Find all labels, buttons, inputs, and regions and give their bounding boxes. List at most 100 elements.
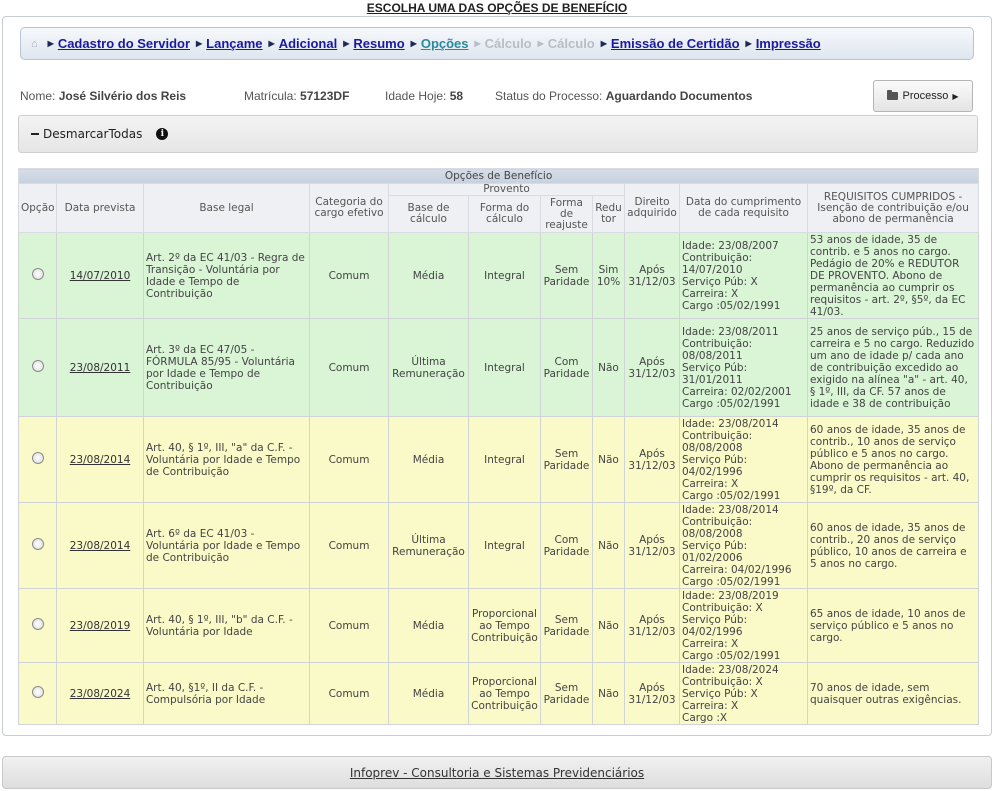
beneficio-table: Opções de Benefício Opção Data prevista … <box>17 168 980 725</box>
breadcrumb-link[interactable]: Adicional <box>279 36 338 51</box>
cumprimento-line: Cargo :X <box>682 711 728 724</box>
breadcrumb-item: ▶ Resumo <box>337 36 404 51</box>
option-radio[interactable] <box>31 618 44 630</box>
option-radio[interactable] <box>31 360 44 372</box>
col-forma-reajuste: Forma de reajuste <box>540 195 593 233</box>
desmarcar-todas-link[interactable]: DesmarcarTodas <box>43 127 142 141</box>
forma-calculo-cell: Proporcional ao Tempo Contribuição <box>468 588 541 663</box>
idade-label: Idade Hoje: <box>385 89 447 103</box>
base-calculo-cell: Última Remuneração <box>388 502 469 589</box>
base-legal-cell: Art. 40, § 1º, III, "a" da C.F. - Volunt… <box>143 416 310 503</box>
base-legal-cell: Art. 6º da EC 41/03 - Voluntária por Ida… <box>143 502 310 589</box>
data-prevista-link[interactable]: 14/07/2010 <box>56 232 144 319</box>
base-calculo-cell: Média <box>388 416 469 503</box>
cumprimento-cell: Idade: 23/08/2007 Contribuição: 14/07/201… <box>679 232 808 319</box>
breadcrumb-link[interactable]: Resumo <box>353 36 404 51</box>
base-calculo-cell: Última Remuneração <box>388 318 469 417</box>
breadcrumb-link[interactable]: Opções <box>421 36 469 51</box>
forma-reajuste-cell: Com Paridade <box>540 318 593 417</box>
requisitos-cell: 70 anos de idade, sem quaisquer outras e… <box>806 662 980 725</box>
direito-cell: Após 31/12/03 <box>624 416 680 503</box>
col-base-calculo: Base de cálculo <box>388 195 469 233</box>
base-calculo-cell: Média <box>388 232 469 319</box>
data-prevista-link[interactable]: 23/08/2024 <box>56 662 144 725</box>
chevron-right-icon: ▶ <box>600 39 607 48</box>
folder-open-icon <box>887 90 899 100</box>
breadcrumb-link: Cálculo <box>547 36 595 51</box>
redutor-cell: Não <box>592 502 625 589</box>
beneficio-table-wrap: Opções de Benefício Opção Data prevista … <box>17 168 980 725</box>
col-requisitos: REQUISITOS CUMPRIDOS - Isenção de contri… <box>806 183 980 233</box>
desmarcar-bar: DesmarcarTodas i <box>18 115 978 153</box>
info-icon[interactable]: i <box>156 128 169 140</box>
requisitos-cell: 25 anos de serviço púb., 15 de carreira … <box>806 318 980 417</box>
redutor-cell: Não <box>592 318 625 417</box>
opcao-cell <box>18 416 57 503</box>
option-radio[interactable] <box>31 452 44 464</box>
forma-calculo-cell: Proporcional ao Tempo Contribuição <box>468 662 541 725</box>
option-radio[interactable] <box>31 268 44 280</box>
nome-label: Nome: <box>20 89 56 103</box>
breadcrumb-link[interactable]: Emissão de Certidão <box>611 36 740 51</box>
home-icon[interactable]: ⌂ <box>31 38 38 50</box>
data-prevista-link[interactable]: 23/08/2014 <box>56 502 144 589</box>
chevron-right-icon: ▶ <box>745 39 752 48</box>
cumprimento-line: Idade: 23/08/2007 <box>682 239 779 252</box>
redutor-cell: Não <box>592 416 625 503</box>
caret-right-icon: ▶ <box>952 91 959 101</box>
processo-button[interactable]: Processo ▶ <box>873 80 973 112</box>
opcao-cell <box>18 662 57 725</box>
col-data-cumprimento: Data do cumprimento de cada requisito <box>679 183 808 233</box>
col-categoria: Categoria do cargo efetivo <box>309 183 389 233</box>
redutor-cell: Sim 10% <box>592 232 625 319</box>
cumprimento-line: Serviço Púb: 04/02/1996 <box>682 453 748 478</box>
main-panel: ⌂ ▶ Cadastro do Servidor ▶ Lançame ▶ Adiciona… <box>2 16 992 736</box>
breadcrumb-link[interactable]: Cadastro do Servidor <box>58 36 190 51</box>
base-calculo-cell: Média <box>388 662 469 725</box>
col-forma-calculo: Forma do cálculo <box>468 195 541 233</box>
breadcrumb-item: ▶ Emissão de Certidão <box>595 36 740 51</box>
breadcrumb-link: Cálculo <box>484 36 532 51</box>
categoria-cell: Comum <box>309 318 389 417</box>
breadcrumb-link[interactable]: Impressão <box>756 36 821 51</box>
chevron-right-icon: ▶ <box>537 39 544 48</box>
footer-link[interactable]: Infoprev - Consultoria e Sistemas Previd… <box>350 766 644 780</box>
option-radio[interactable] <box>31 686 44 698</box>
forma-calculo-cell: Integral <box>468 232 541 319</box>
table-row: 23/08/2019 Art. 40, § 1º, III, "b" da C.F… <box>18 588 980 663</box>
breadcrumb-link[interactable]: Lançame <box>206 36 262 51</box>
chevron-right-icon: ▶ <box>47 39 54 48</box>
cumprimento-line: Serviço Púb: 04/02/1996 <box>682 613 748 638</box>
data-prevista-link[interactable]: 23/08/2011 <box>56 318 144 417</box>
breadcrumb: ⌂ ▶ Cadastro do Servidor ▶ Lançame ▶ Adiciona… <box>20 27 974 60</box>
cumprimento-line: Cargo :05/02/1991 <box>682 489 781 502</box>
col-opcao: Opção <box>18 183 57 233</box>
cumprimento-cell: Idade: 23/08/2014 Contribuição: 08/08/200… <box>679 416 808 503</box>
breadcrumb-item: ▶ Impressão <box>740 36 821 51</box>
table-row: 14/07/2010 Art. 2º da EC 41/03 - Regra de… <box>18 232 980 319</box>
cumprimento-line: Carreira: X <box>682 287 739 300</box>
data-prevista-link[interactable]: 23/08/2014 <box>56 416 144 503</box>
minus-icon[interactable] <box>31 133 39 135</box>
table-caption: Opções de Benefício <box>17 168 980 184</box>
forma-reajuste-cell: Sem Paridade <box>540 662 593 725</box>
cumprimento-line: Contribuição: X <box>682 601 763 614</box>
nome-value: José Silvério dos Reis <box>58 89 187 103</box>
cumprimento-line: Contribuição: X <box>682 675 763 688</box>
table-row: 23/08/2011 Art. 3º da EC 47/05 - FÓRMULA … <box>18 318 980 417</box>
cumprimento-line: Carreira: 04/02/1996 <box>682 563 792 576</box>
breadcrumb-item: ▶ Cadastro do Servidor <box>42 36 190 51</box>
option-radio[interactable] <box>31 538 44 550</box>
requisitos-cell: 60 anos de idade, 35 anos de contrib., 2… <box>806 502 980 589</box>
table-row: 23/08/2024 Art. 40, §1º, II da C.F. - Com… <box>18 662 980 725</box>
col-provento: Provento <box>388 183 625 196</box>
page-title: ESCOLHA UMA DAS OPÇÕES DE BENEFÍCIO <box>366 1 628 15</box>
col-direito: Direito adquirido <box>624 183 680 233</box>
cumprimento-line: Idade: 23/08/2019 <box>682 589 779 602</box>
matricula-label: Matrícula: <box>244 89 297 103</box>
cumprimento-line: Serviço Púb: X <box>682 687 758 700</box>
cumprimento-line: Cargo :05/02/1991 <box>682 299 781 312</box>
data-prevista-link[interactable]: 23/08/2019 <box>56 588 144 663</box>
cumprimento-cell: Idade: 23/08/2024 Contribuição: X Serviço … <box>679 662 808 725</box>
forma-calculo-cell: Integral <box>468 416 541 503</box>
